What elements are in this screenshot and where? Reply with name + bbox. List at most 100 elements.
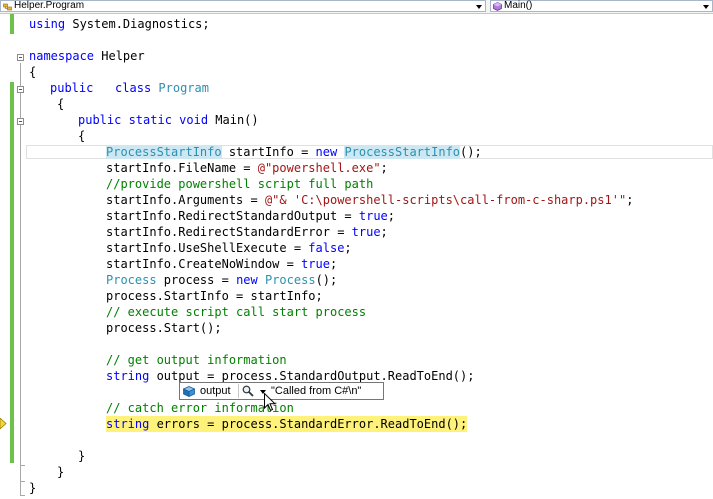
code-line-13[interactable]: startInfo.RedirectStandardOutput = true; — [106, 208, 395, 224]
method-icon — [493, 2, 502, 11]
code-line-20[interactable]: process.Start(); — [106, 320, 222, 336]
type-name: ProcessStartInfo — [106, 145, 222, 159]
keyword: true — [301, 257, 330, 271]
code-text: ; — [380, 225, 388, 239]
member-dropdown[interactable]: Main() — [490, 0, 713, 12]
code-line-12[interactable]: startInfo.Arguments = @"& 'C:\powershell… — [106, 192, 633, 208]
code-line-1[interactable]: using System.Diagnostics; — [29, 16, 210, 32]
mouse-cursor-icon — [264, 393, 276, 412]
collapse-icon[interactable] — [17, 86, 24, 93]
code-line-6[interactable]: { — [57, 96, 64, 112]
code-text: startInfo.UseShellExecute = — [106, 241, 309, 255]
execution-pointer-icon[interactable] — [0, 418, 7, 429]
chevron-down-icon[interactable] — [476, 5, 482, 9]
code-text: process = — [156, 273, 237, 287]
code-text: (); — [315, 273, 338, 287]
keyword: using — [29, 17, 66, 31]
code-text: } — [78, 449, 86, 463]
code-text: ; — [387, 209, 396, 223]
outline-line — [20, 63, 22, 496]
code-line-17[interactable]: Process process = new Process(); — [106, 272, 337, 288]
keyword: string — [106, 369, 150, 383]
datatip[interactable]: output "Called from C#\n" — [179, 382, 384, 400]
outline-tick — [20, 465, 25, 466]
type-name: ProcessStartInfo — [344, 145, 461, 159]
code-line-5[interactable]: public class Program — [50, 80, 209, 96]
code-line-16[interactable]: startInfo.CreateNoWindow = true; — [106, 256, 337, 272]
code-text: ; — [380, 161, 388, 175]
code-text: { — [78, 129, 86, 143]
string-literal: @"powershell.exe" — [257, 161, 381, 175]
code-line-9[interactable]: ProcessStartInfo startInfo = new Process… — [106, 144, 482, 160]
code-line-29[interactable]: } — [57, 464, 64, 480]
code-line-18[interactable]: process.StartInfo = startInfo; — [106, 288, 323, 304]
collapse-icon[interactable] — [17, 54, 24, 61]
code-line-3[interactable]: namespace Helper — [29, 48, 145, 64]
code-text: System.Diagnostics; — [65, 17, 210, 31]
type-name: Process — [264, 273, 316, 287]
keyword: string — [106, 417, 150, 431]
keyword: true — [351, 225, 381, 239]
type-name: Process — [106, 273, 157, 287]
keyword: public static void — [78, 113, 209, 127]
code-text: } — [57, 465, 65, 479]
keyword: new — [315, 145, 338, 159]
member-dropdown-value: Main() — [504, 0, 533, 11]
code-text: startInfo.CreateNoWindow = — [106, 257, 302, 271]
code-line-19[interactable]: // execute script call start process — [106, 304, 366, 320]
code-text: Main() — [208, 113, 259, 127]
code-text: process.Start(); — [106, 321, 222, 335]
comment: // execute script call start process — [106, 305, 367, 319]
code-editor[interactable]: using System.Diagnostics; namespace Help… — [0, 14, 713, 499]
code-text: { — [57, 97, 65, 111]
outline-tick — [20, 495, 25, 496]
code-text: startInfo = — [221, 145, 316, 159]
keyword: namespace — [29, 49, 95, 63]
code-line-10[interactable]: startInfo.FileName = @"powershell.exe"; — [106, 160, 388, 176]
code-text: startInfo.RedirectStandardError = — [106, 225, 352, 239]
code-line-7[interactable]: public static void Main() — [78, 112, 259, 128]
code-text: ; — [344, 241, 352, 255]
code-text: process.StartInfo = startInfo; — [106, 289, 323, 303]
code-line-28[interactable]: } — [78, 448, 85, 464]
class-dropdown[interactable]: Helper.Program — [0, 0, 486, 12]
code-line-22[interactable]: // get output information — [106, 352, 287, 368]
code-line-30[interactable]: } — [29, 480, 36, 496]
code-text: ; — [626, 193, 634, 207]
code-line-11[interactable]: //provide powershell script full path — [106, 176, 373, 192]
string-literal: @"& 'C:\powershell-scripts\call-from-c-s… — [264, 193, 627, 207]
code-text: (); — [460, 145, 482, 159]
code-text: startInfo.Arguments = — [106, 193, 265, 207]
change-tracking-bar — [10, 82, 14, 463]
code-text: errors = process.StandardError.ReadToEnd… — [149, 417, 468, 431]
collapse-icon[interactable] — [17, 118, 24, 125]
change-tracking-bar — [10, 14, 14, 34]
code-text: startInfo.FileName = — [106, 161, 258, 175]
magnifier-icon[interactable] — [242, 385, 254, 397]
keyword: false — [308, 241, 345, 255]
code-text: Helper — [94, 49, 145, 63]
class-dropdown-value: Helper.Program — [14, 0, 85, 11]
datatip-value[interactable]: "Called from C#\n" — [271, 384, 361, 399]
datatip-separator — [238, 384, 239, 398]
keyword: new — [236, 273, 258, 287]
class-icon — [3, 3, 12, 11]
keyword: public — [50, 81, 94, 95]
code-line-14[interactable]: startInfo.RedirectStandardError = true; — [106, 224, 388, 240]
type-name: Program — [158, 81, 209, 95]
code-line-8[interactable]: { — [78, 128, 85, 144]
code-text: output = process.StandardOutput.ReadToEn… — [149, 369, 475, 383]
outline-tick — [20, 481, 25, 482]
object-icon — [183, 386, 195, 397]
code-line-26-current-statement[interactable]: string errors = process.StandardError.Re… — [106, 416, 468, 432]
comment: // get output information — [106, 353, 287, 367]
code-line-15[interactable]: startInfo.UseShellExecute = false; — [106, 240, 352, 256]
code-text: } — [29, 481, 37, 495]
chevron-down-icon[interactable] — [703, 5, 709, 9]
code-text: ; — [329, 257, 338, 271]
code-text: { — [29, 65, 37, 79]
datatip-variable-name[interactable]: output — [200, 384, 231, 399]
keyword: class — [115, 81, 152, 95]
code-line-4[interactable]: { — [29, 64, 36, 80]
keyword: true — [358, 209, 388, 223]
